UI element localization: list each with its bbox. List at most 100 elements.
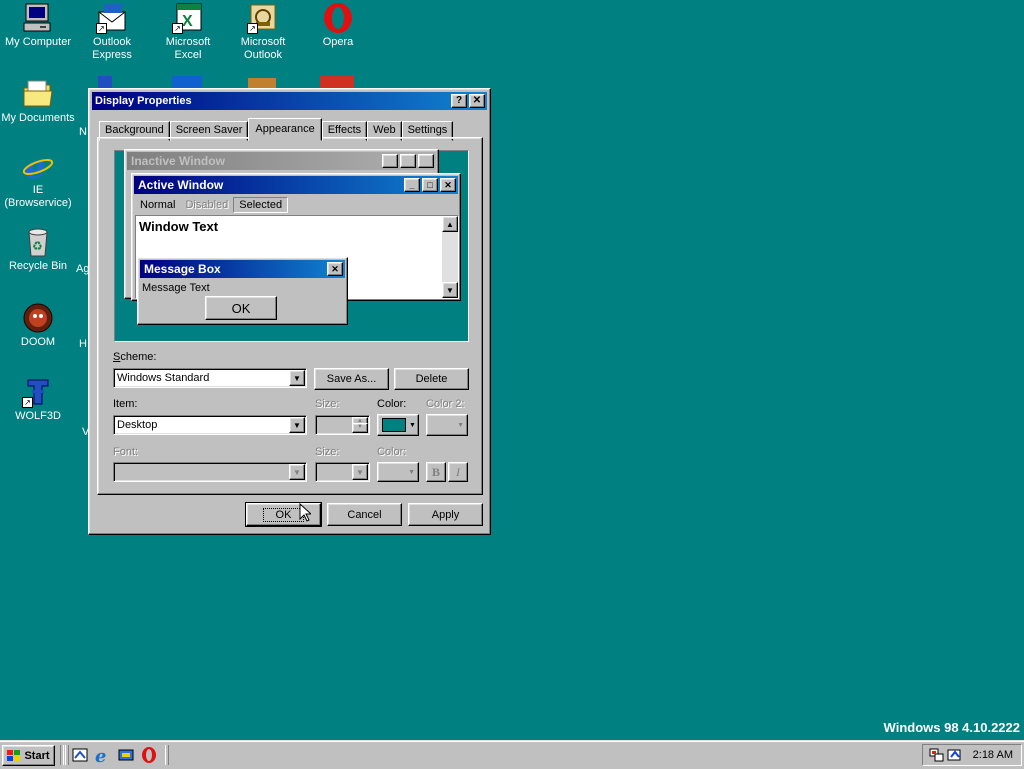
dialog-title: Display Properties (95, 95, 192, 107)
windows-logo-icon (7, 749, 21, 762)
apply-button[interactable]: Apply (408, 503, 483, 526)
message-box-title-bar: Message Box ✕ (140, 260, 345, 278)
chevron-down-icon: ▼ (457, 421, 464, 429)
outlook-express-icon: ↗ (96, 2, 128, 34)
desktop-icon-label: WOLF3D (15, 410, 61, 422)
menu-disabled: Disabled (185, 199, 229, 211)
desktop-icon-outlook-express[interactable]: ↗ Outlook Express (74, 2, 150, 62)
desktop-icon-recycle-bin[interactable]: ♻ Recycle Bin (0, 226, 76, 273)
volume-icon[interactable] (947, 747, 963, 763)
help-button[interactable]: ? (451, 94, 467, 108)
svg-text:e: e (95, 746, 106, 764)
scheme-dropdown[interactable]: Windows Standard ▼ (113, 368, 307, 388)
menu-normal: Normal (140, 199, 176, 211)
chevron-down-icon: ▼ (408, 468, 415, 476)
preview-scrollbar: ▲ ▼ (442, 216, 458, 298)
clock[interactable]: 2:18 AM (973, 745, 1013, 765)
hidden-icon-label: N (79, 126, 87, 138)
tab-strip: Background Screen Saver Appearance Effec… (99, 118, 454, 141)
active-title-bar: Active Window _ □ ✕ (134, 176, 458, 194)
item-value: Desktop (117, 419, 158, 431)
desktop-icon-ie[interactable]: e IE (Browservice) (0, 148, 76, 210)
scheme-label: Scheme: (113, 351, 157, 363)
show-desktop-icon[interactable] (71, 746, 89, 764)
color2-picker-button: ▼ (426, 414, 468, 436)
italic-button: I (448, 462, 468, 482)
scroll-down-icon: ▼ (442, 282, 458, 298)
start-button[interactable]: Start (2, 745, 55, 766)
internet-explorer-icon[interactable]: e (94, 746, 112, 767)
tab-appearance[interactable]: Appearance (248, 118, 322, 141)
font-size-label: Size: (315, 446, 340, 458)
desktop-icon-label: Recycle Bin (8, 260, 68, 272)
hidden-icon-label: H (79, 338, 87, 350)
minimize-icon: _ (404, 178, 420, 192)
item-dropdown[interactable]: Desktop ▼ (113, 415, 307, 435)
bold-button: B (426, 462, 446, 482)
desktop-icon-doom[interactable]: DOOM (0, 302, 76, 349)
desktop-icon-wolf3d[interactable]: ↗ WOLF3D (0, 376, 76, 423)
color-label: Color: (377, 398, 407, 410)
desktop-icon-outlook[interactable]: ↗ Microsoft Outlook (225, 2, 301, 62)
chevron-down-icon[interactable]: ▼ (289, 417, 305, 433)
save-as-button[interactable]: Save As... (314, 368, 389, 390)
message-box-title: Message Box (144, 262, 221, 276)
scroll-up-icon: ▲ (442, 216, 458, 232)
taskbar: Start e 2:18 AM (0, 740, 1024, 769)
desktop-icon-label: My Documents (1, 112, 75, 124)
maximize-icon: □ (400, 154, 416, 168)
delete-button[interactable]: Delete (394, 368, 469, 390)
desktop-icon-label: IE (Browservice) (4, 184, 72, 209)
font-color-button: ▼ (377, 462, 419, 482)
chevron-down-icon: ▼ (289, 464, 305, 480)
font-color-label: Color: (377, 446, 407, 458)
taskbar-divider (165, 745, 169, 765)
chevron-down-icon: ▼ (352, 464, 368, 480)
outlook-icon: ↗ (247, 2, 279, 34)
desktop-icon-my-documents[interactable]: My Documents (0, 78, 76, 125)
color-picker-button[interactable]: ▼ (377, 414, 419, 436)
folder-icon (22, 78, 54, 110)
excel-icon: X ↗ (172, 2, 204, 34)
desktop-icon-opera[interactable]: Opera (300, 2, 376, 49)
color2-label: Color 2: (426, 398, 465, 410)
spin-down-icon: ▼ (352, 423, 368, 433)
preview-ok-button: OK (205, 296, 277, 320)
close-icon: ✕ (440, 178, 456, 192)
display-properties-dialog: Display Properties ? ✕ Background Screen… (88, 88, 491, 535)
network-icon[interactable] (929, 747, 945, 763)
window-text: Window Text (139, 219, 219, 234)
desktop-icon-my-computer[interactable]: My Computer (0, 2, 76, 49)
desktop-icon-excel[interactable]: X ↗ Microsoft Excel (150, 2, 226, 62)
svg-text:X: X (182, 13, 193, 30)
desktop-icon-label: DOOM (20, 336, 56, 348)
channels-icon[interactable] (117, 746, 135, 764)
chevron-down-icon: ▼ (409, 421, 416, 429)
recycle-bin-icon: ♻ (22, 226, 54, 258)
close-icon: ✕ (418, 154, 434, 168)
color-swatch (382, 418, 406, 432)
active-window-title: Active Window (138, 178, 224, 192)
close-icon: ✕ (472, 95, 482, 106)
preview-message-box: Message Box ✕ Message Text OK (137, 257, 348, 325)
opera-icon (322, 2, 354, 34)
appearance-preview[interactable]: Inactive Window _ □ ✕ Active Window _ □ … (114, 149, 469, 342)
inactive-title-bar: Inactive Window _ □ ✕ (127, 152, 436, 170)
opera-icon[interactable] (140, 746, 158, 764)
desktop-icon-label: Outlook Express (92, 36, 132, 61)
close-button[interactable]: ✕ (469, 94, 485, 108)
cancel-button[interactable]: Cancel (327, 503, 402, 526)
windows-version-text: Windows 98 4.10.2222 (883, 720, 1020, 735)
hidden-icon (98, 76, 112, 88)
svg-text:♻: ♻ (32, 239, 43, 253)
font-size-dropdown: ▼ (315, 462, 370, 482)
message-text: Message Text (142, 282, 210, 294)
chevron-down-icon[interactable]: ▼ (289, 370, 305, 386)
font-label: Font: (113, 446, 139, 458)
wolf3d-icon: ↗ (22, 376, 54, 408)
menu-selected: Selected (233, 197, 289, 213)
preview-menu-bar: Normal Disabled Selected (135, 197, 289, 213)
start-label: Start (24, 749, 50, 762)
hidden-icon (172, 76, 202, 88)
dialog-title-bar[interactable]: Display Properties ? ✕ (92, 92, 487, 110)
